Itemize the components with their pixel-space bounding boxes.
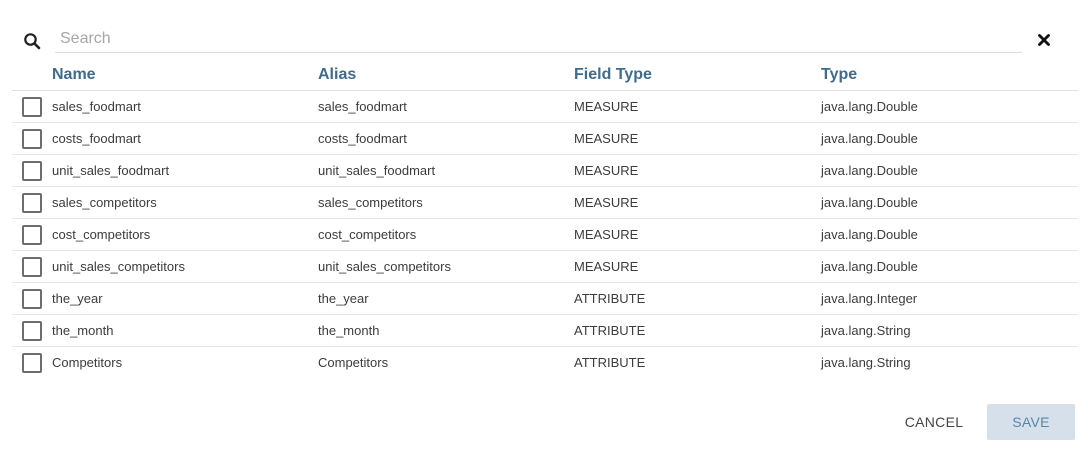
row-checkbox[interactable]: [22, 288, 42, 309]
search-input[interactable]: [55, 26, 1022, 53]
cell-field-type: MEASURE: [574, 250, 821, 283]
cell-name: unit_sales_foodmart: [52, 154, 318, 187]
cell-type: java.lang.String: [821, 314, 1078, 347]
row-checkbox[interactable]: [22, 96, 42, 117]
cell-type: java.lang.Double: [821, 250, 1078, 283]
header-alias[interactable]: Alias: [318, 59, 574, 91]
table-row[interactable]: cost_competitors cost_competitors MEASUR…: [12, 218, 1078, 251]
search-icon: [24, 33, 41, 50]
header-name[interactable]: Name: [52, 59, 318, 91]
cell-type: java.lang.Double: [821, 218, 1078, 251]
row-checkbox[interactable]: [22, 224, 42, 245]
cell-name: the_year: [52, 282, 318, 315]
save-button[interactable]: SAVE: [987, 404, 1075, 440]
header-field-type[interactable]: Field Type: [574, 59, 821, 91]
cell-alias: unit_sales_foodmart: [318, 154, 574, 187]
cell-alias: the_month: [318, 314, 574, 347]
table-row[interactable]: Competitors Competitors ATTRIBUTE java.l…: [12, 347, 1078, 379]
cell-alias: sales_competitors: [318, 186, 574, 219]
row-checkbox[interactable]: [22, 320, 42, 341]
cell-field-type: MEASURE: [574, 122, 821, 155]
table-row[interactable]: costs_foodmart costs_foodmart MEASURE ja…: [12, 122, 1078, 155]
cell-type: java.lang.Double: [821, 122, 1078, 155]
table-row[interactable]: the_year the_year ATTRIBUTE java.lang.In…: [12, 282, 1078, 315]
cell-field-type: ATTRIBUTE: [574, 355, 646, 370]
close-icon[interactable]: [1037, 33, 1051, 47]
cell-field-type: ATTRIBUTE: [574, 314, 821, 347]
table-row[interactable]: sales_competitors sales_competitors MEAS…: [12, 186, 1078, 219]
cell-field-type: MEASURE: [574, 186, 821, 219]
cell-type: java.lang.Double: [821, 186, 1078, 219]
cell-alias: sales_foodmart: [318, 90, 574, 123]
cell-alias: unit_sales_competitors: [318, 250, 574, 283]
cell-name: Competitors: [52, 355, 123, 370]
cell-name: sales_foodmart: [52, 90, 318, 123]
cell-type: java.lang.Double: [821, 154, 1078, 187]
header-select: [12, 59, 52, 91]
row-checkbox[interactable]: [22, 256, 42, 277]
cell-field-type: MEASURE: [574, 218, 821, 251]
cell-name: unit_sales_competitors: [52, 250, 318, 283]
table-header-row: Name Alias Field Type Type: [12, 59, 1078, 91]
row-checkbox[interactable]: [22, 160, 42, 181]
cancel-button[interactable]: CANCEL: [898, 404, 970, 440]
header-type[interactable]: Type: [821, 59, 1078, 91]
cell-type: java.lang.String: [821, 355, 911, 370]
row-checkbox[interactable]: [22, 128, 42, 149]
table-body: sales_foodmart sales_foodmart MEASURE ja…: [12, 90, 1078, 379]
cell-field-type: ATTRIBUTE: [574, 282, 821, 315]
search-bar: [0, 20, 1088, 56]
cell-name: sales_competitors: [52, 186, 318, 219]
cell-type: java.lang.Integer: [821, 282, 1078, 315]
cell-alias: cost_competitors: [318, 218, 574, 251]
table-row[interactable]: unit_sales_foodmart unit_sales_foodmart …: [12, 154, 1078, 187]
cell-alias: Competitors: [318, 355, 389, 370]
cell-alias: costs_foodmart: [318, 122, 574, 155]
table-row[interactable]: sales_foodmart sales_foodmart MEASURE ja…: [12, 90, 1078, 123]
cell-name: the_month: [52, 314, 318, 347]
cell-type: java.lang.Double: [821, 90, 1078, 123]
cell-field-type: MEASURE: [574, 90, 821, 123]
cell-alias: the_year: [318, 282, 574, 315]
cell-name: cost_competitors: [52, 218, 318, 251]
row-checkbox[interactable]: [22, 352, 42, 373]
table-row[interactable]: the_month the_month ATTRIBUTE java.lang.…: [12, 314, 1078, 347]
fields-table: Name Alias Field Type Type sales_foodmar…: [12, 59, 1078, 378]
cell-field-type: MEASURE: [574, 154, 821, 187]
cell-name: costs_foodmart: [52, 122, 318, 155]
table-row[interactable]: unit_sales_competitors unit_sales_compet…: [12, 250, 1078, 283]
row-checkbox[interactable]: [22, 192, 42, 213]
